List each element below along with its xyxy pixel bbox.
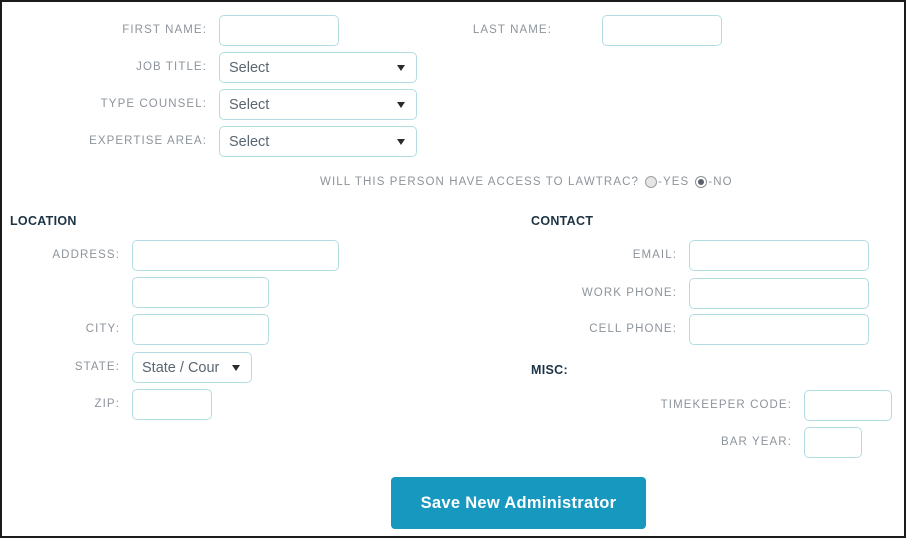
type-counsel-label: TYPE COUNSEL: [100, 98, 207, 110]
chevron-down-icon [393, 138, 409, 145]
state-label: STATE: [74, 361, 120, 373]
chevron-down-icon [393, 64, 409, 71]
timekeeper-code-input[interactable] [804, 390, 892, 421]
chevron-down-icon [228, 364, 244, 371]
expertise-area-select[interactable]: Select [219, 126, 417, 157]
lawtrac-access-question-row: WILL THIS PERSON HAVE ACCESS TO LAWTRAC?… [320, 176, 733, 188]
address-line1-input[interactable] [132, 240, 339, 271]
job-title-select-value: Select [229, 59, 270, 76]
expertise-area-label: EXPERTISE AREA: [89, 135, 207, 147]
lawtrac-access-yes-label: -YES [658, 176, 690, 188]
save-new-administrator-button[interactable]: Save New Administrator [391, 477, 646, 529]
misc-section-heading: MISC: [531, 363, 568, 377]
email-input[interactable] [689, 240, 869, 271]
lawtrac-access-question-label: WILL THIS PERSON HAVE ACCESS TO LAWTRAC? [320, 176, 640, 188]
state-select[interactable]: State / Cour [132, 352, 252, 383]
cell-phone-input[interactable] [689, 314, 869, 345]
radio-yes-icon[interactable] [645, 176, 658, 188]
bar-year-input[interactable] [804, 427, 862, 458]
chevron-down-icon [393, 101, 409, 108]
address-label: ADDRESS: [52, 249, 120, 261]
work-phone-label: WORK PHONE: [581, 287, 677, 299]
expertise-area-select-value: Select [229, 133, 270, 150]
first-name-input[interactable] [219, 15, 339, 46]
timekeeper-code-label: TIMEKEEPER CODE: [660, 399, 792, 411]
location-section-heading: LOCATION [10, 214, 77, 228]
lawtrac-access-no-label: -NO [708, 176, 733, 188]
radio-no-icon[interactable] [695, 176, 708, 188]
lawtrac-access-no-option[interactable]: -NO [695, 176, 732, 188]
job-title-label: JOB TITLE: [136, 61, 207, 73]
email-label: EMAIL: [632, 249, 677, 261]
zip-label: ZIP: [94, 398, 120, 410]
cell-phone-label: CELL PHONE: [589, 323, 677, 335]
address-line2-input[interactable] [132, 277, 269, 308]
zip-input[interactable] [132, 389, 212, 420]
work-phone-input[interactable] [689, 278, 869, 309]
state-select-value: State / Cour [142, 359, 220, 376]
type-counsel-select-value: Select [229, 96, 270, 113]
city-label: CITY: [85, 323, 120, 335]
lawtrac-access-yes-option[interactable]: -YES [645, 176, 689, 188]
admin-form-page: FIRST NAME: LAST NAME: JOB TITLE: Select… [0, 0, 906, 538]
job-title-select[interactable]: Select [219, 52, 417, 83]
last-name-label: LAST NAME: [472, 24, 552, 36]
new-administrator-form: FIRST NAME: LAST NAME: JOB TITLE: Select… [2, 2, 904, 536]
bar-year-label: BAR YEAR: [720, 436, 792, 448]
city-input[interactable] [132, 314, 269, 345]
last-name-input[interactable] [602, 15, 722, 46]
first-name-label: FIRST NAME: [122, 24, 207, 36]
type-counsel-select[interactable]: Select [219, 89, 417, 120]
contact-section-heading: CONTACT [531, 214, 594, 228]
